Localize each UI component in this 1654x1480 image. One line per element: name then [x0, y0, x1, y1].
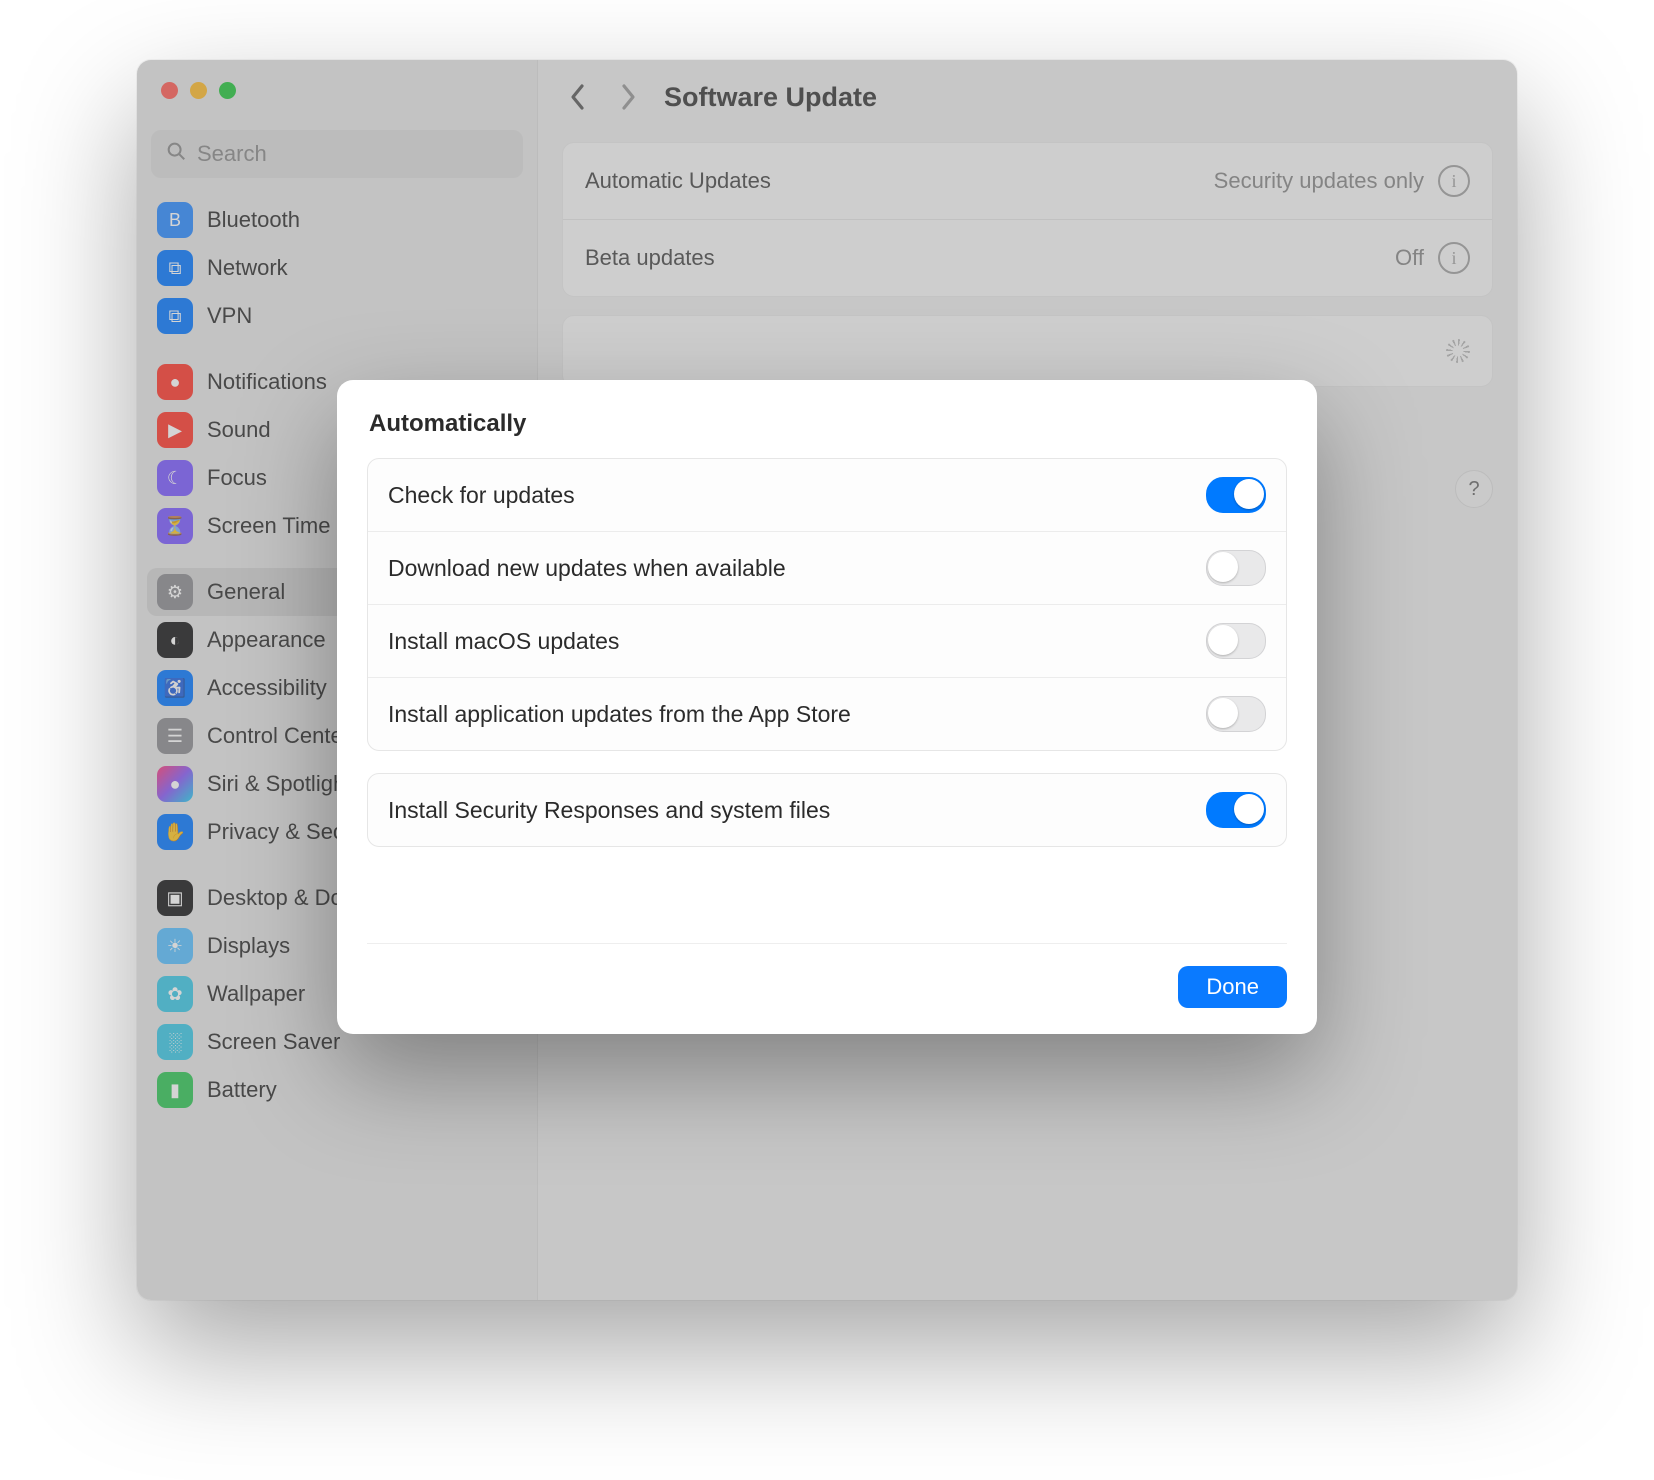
download-updates-row: Download new updates when available [368, 531, 1286, 604]
sheet-title: Automatically [369, 410, 1287, 438]
download-updates-label: Download new updates when available [388, 555, 786, 582]
check-for-updates-toggle[interactable] [1206, 477, 1266, 513]
sheet-security-panel: Install Security Responses and system fi… [367, 773, 1287, 847]
automatic-updates-sheet: Automatically Check for updates Download… [337, 380, 1317, 1034]
check-for-updates-row: Check for updates [368, 459, 1286, 531]
install-security-label: Install Security Responses and system fi… [388, 797, 830, 824]
install-macos-label: Install macOS updates [388, 628, 619, 655]
download-updates-toggle[interactable] [1206, 550, 1266, 586]
check-for-updates-label: Check for updates [388, 482, 575, 509]
system-settings-window: Search BBluetooth⧉Network⧉VPN●Notificati… [137, 60, 1517, 1300]
install-apps-toggle[interactable] [1206, 696, 1266, 732]
install-apps-row: Install application updates from the App… [368, 677, 1286, 750]
done-button[interactable]: Done [1178, 966, 1287, 1008]
install-macos-row: Install macOS updates [368, 604, 1286, 677]
install-macos-toggle[interactable] [1206, 623, 1266, 659]
install-security-toggle[interactable] [1206, 792, 1266, 828]
sheet-main-panel: Check for updates Download new updates w… [367, 458, 1287, 751]
install-apps-label: Install application updates from the App… [388, 701, 851, 728]
install-security-row: Install Security Responses and system fi… [368, 774, 1286, 846]
